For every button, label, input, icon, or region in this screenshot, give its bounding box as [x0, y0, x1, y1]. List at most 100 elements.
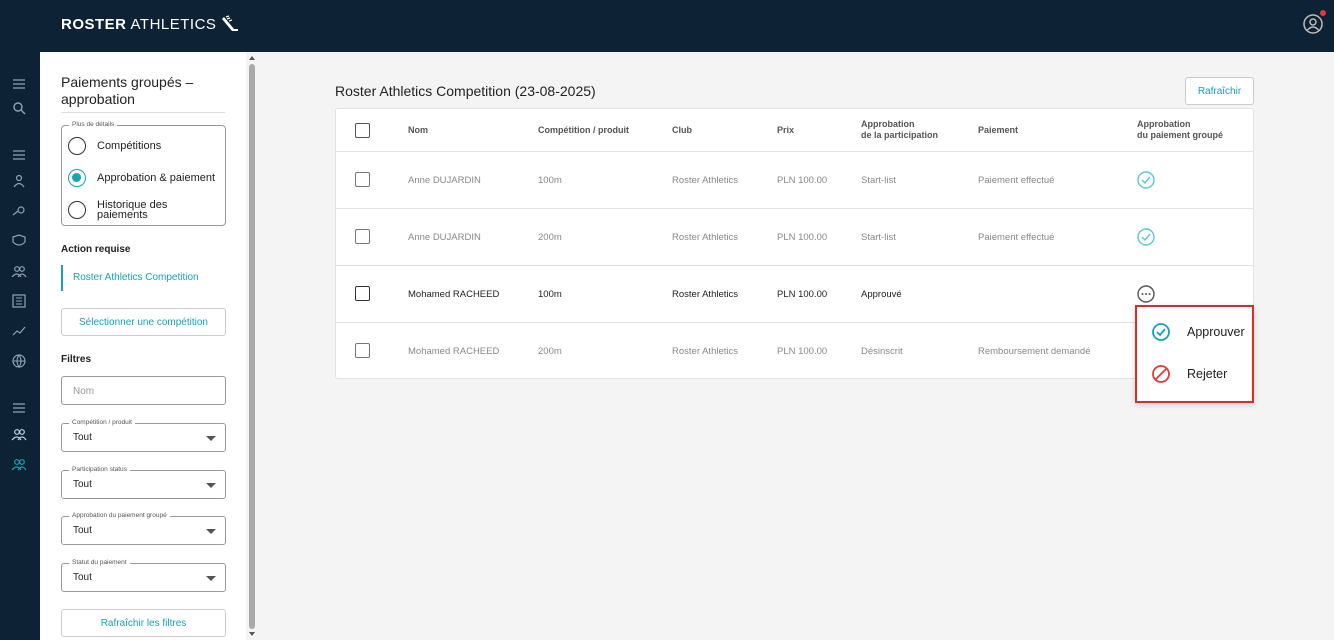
reject-label: Rejeter — [1187, 367, 1228, 381]
block-icon — [1152, 365, 1170, 383]
search-icon[interactable] — [11, 100, 27, 116]
notification-dot — [1320, 10, 1326, 16]
approval-action-menu: Approuver Rejeter — [1135, 305, 1254, 403]
page-title: Roster Athletics Competition (23-08-2025… — [335, 83, 596, 99]
radio-icon — [68, 201, 86, 219]
team-icon[interactable] — [11, 426, 27, 442]
radio-selected-icon — [68, 169, 86, 187]
group-payments-icon[interactable] — [11, 456, 27, 472]
cell-club: Roster Athletics — [672, 175, 738, 186]
menu-icon-2[interactable] — [11, 147, 27, 163]
table-row: Anne DUJARDIN 100m Roster Athletics PLN … — [336, 151, 1253, 208]
user-circle-icon — [1303, 14, 1323, 34]
more-options-icon[interactable] — [1136, 284, 1156, 304]
select-all-checkbox[interactable] — [355, 123, 370, 138]
divider — [61, 112, 225, 113]
brand-light: ATHLETICS — [130, 15, 217, 33]
calendar-icon[interactable] — [11, 293, 27, 309]
col-group-approval: Approbation du paiement groupé — [1137, 119, 1223, 141]
cell-participation: Start-list — [861, 232, 896, 243]
cell-club: Roster Athletics — [672, 232, 738, 243]
select-value: Tout — [73, 432, 92, 443]
chevron-down-icon — [206, 436, 216, 441]
radio-icon — [68, 137, 86, 155]
col-competition: Compétition / produit — [538, 125, 629, 135]
competition-link[interactable]: Roster Athletics Competition — [61, 265, 226, 291]
brand-bold: ROSTER — [61, 15, 127, 33]
cell-price: PLN 100.00 — [777, 232, 828, 243]
refresh-button[interactable]: Rafraîchir — [1185, 77, 1254, 105]
reject-menu-item[interactable]: Rejeter — [1151, 364, 1227, 384]
scroll-thumb[interactable] — [249, 64, 255, 629]
user-account-button[interactable] — [1302, 10, 1326, 35]
details-options: Plus de détails Compétitions Approbation… — [61, 121, 226, 226]
option-competitions[interactable]: Compétitions — [68, 137, 177, 155]
person-icon[interactable] — [11, 173, 27, 189]
name-placeholder: Nom — [73, 386, 95, 397]
menu-icon-3[interactable] — [11, 400, 27, 416]
col-participation-line1: Approbation — [861, 119, 915, 129]
select-label: Compétition / produit — [69, 419, 135, 426]
competition-product-select[interactable]: Compétition / produit Tout — [61, 419, 226, 452]
col-name: Nom — [408, 125, 428, 135]
panel-title: Paiements groupés – approbation — [61, 74, 194, 107]
col-price: Prix — [777, 125, 795, 135]
cell-participation: Start-list — [861, 175, 896, 186]
cell-price: PLN 100.00 — [777, 346, 828, 357]
globe-icon[interactable] — [11, 353, 27, 369]
col-payment: Paiement — [978, 125, 1019, 135]
row-checkbox[interactable] — [355, 172, 370, 187]
top-bar: ROSTER ATHLETICS — [0, 0, 1334, 52]
icon-rail — [0, 52, 40, 640]
table-row: Anne DUJARDIN 200m Roster Athletics PLN … — [336, 208, 1253, 265]
col-group-line1: Approbation — [1137, 119, 1191, 129]
select-label: Participation status — [69, 466, 130, 473]
select-competition-button[interactable]: Sélectionner une compétition — [61, 308, 226, 336]
table-row: Mohamed RACHEED 100m Roster Athletics PL… — [336, 265, 1253, 322]
cell-competition: 200m — [538, 346, 562, 357]
refresh-filters-button[interactable]: Rafraîchir les filtres — [61, 609, 226, 637]
col-participation: Approbation de la participation — [861, 119, 938, 141]
cell-participation: Désinscrit — [861, 346, 903, 357]
cell-participation: Approuvé — [861, 289, 902, 300]
details-legend: Plus de détails — [69, 121, 118, 128]
scroll-down-icon[interactable] — [249, 632, 255, 636]
group-icon[interactable] — [11, 263, 27, 279]
name-filter-input[interactable]: Nom — [61, 376, 226, 405]
chevron-down-icon — [206, 529, 216, 534]
app-logo[interactable]: ROSTER ATHLETICS — [61, 15, 240, 33]
cell-name: Mohamed RACHEED — [408, 346, 500, 357]
whistle-icon[interactable] — [11, 203, 27, 219]
approve-menu-item[interactable]: Approuver — [1151, 322, 1245, 342]
option-approval-payment[interactable]: Approbation & paiement — [68, 169, 217, 187]
row-checkbox[interactable] — [355, 286, 370, 301]
row-checkbox[interactable] — [355, 229, 370, 244]
check-circle-icon — [1152, 323, 1170, 341]
cell-competition: 100m — [538, 289, 562, 300]
scroll-up-icon[interactable] — [249, 56, 255, 60]
panel-scrollbar[interactable] — [246, 52, 258, 640]
chevron-down-icon — [206, 483, 216, 488]
menu-icon[interactable] — [11, 76, 27, 92]
participation-status-select[interactable]: Participation status Tout — [61, 466, 226, 499]
table-row: Mohamed RACHEED 200m Roster Athletics PL… — [336, 322, 1253, 379]
option-label: Historique des paiements — [97, 199, 168, 221]
filters-heading: Filtres — [61, 354, 92, 365]
col-group-line2: du paiement groupé — [1137, 130, 1224, 140]
option-label: Approbation & paiement — [97, 172, 216, 184]
select-label: Statut du paiement — [69, 559, 130, 566]
cell-competition: 200m — [538, 232, 562, 243]
registrations-table: Nom Compétition / produit Club Prix Appr… — [335, 108, 1254, 379]
shield-icon[interactable] — [11, 233, 27, 249]
col-club: Club — [672, 125, 692, 135]
row-checkbox[interactable] — [355, 343, 370, 358]
cell-payment: Remboursement demandé — [978, 346, 1091, 357]
option-payment-history[interactable]: Historique des paiements — [68, 199, 177, 221]
col-participation-line2: de la participation — [861, 130, 939, 140]
group-approval-select[interactable]: Approbation du paiement groupé Tout — [61, 512, 226, 545]
stats-icon[interactable] — [11, 323, 27, 339]
select-value: Tout — [73, 572, 92, 583]
payment-status-select[interactable]: Statut du paiement Tout — [61, 559, 226, 592]
cell-payment: Paiement effectué — [978, 232, 1055, 243]
select-value: Tout — [73, 525, 92, 536]
